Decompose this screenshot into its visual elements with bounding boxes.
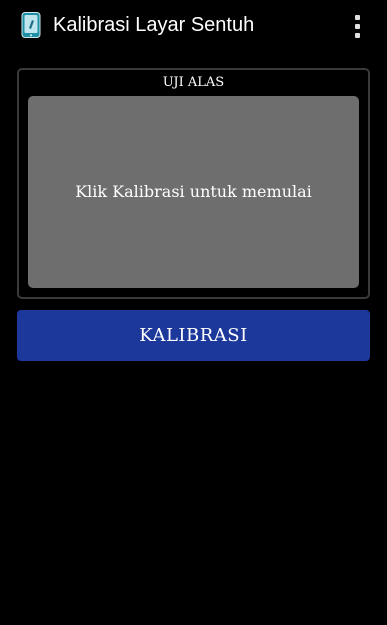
calibrate-button-label: KALIBRASI — [139, 325, 248, 346]
app-bar: Kalibrasi Layar Sentuh — [0, 0, 387, 50]
calibrate-button[interactable]: KALIBRASI — [17, 310, 370, 361]
phone-touch-icon — [21, 12, 41, 38]
touch-test-area[interactable]: Klik Kalibrasi untuk memulai — [28, 96, 359, 288]
menu-dot — [354, 32, 360, 38]
menu-dot — [354, 14, 360, 20]
test-panel: UJI ALAS Klik Kalibrasi untuk memulai — [17, 68, 370, 299]
app-title: Kalibrasi Layar Sentuh — [53, 14, 255, 36]
overflow-menu-icon[interactable] — [346, 12, 368, 40]
menu-dot — [354, 23, 360, 29]
touch-hint-text: Klik Kalibrasi untuk memulai — [75, 181, 312, 201]
panel-title: UJI ALAS — [162, 75, 225, 90]
